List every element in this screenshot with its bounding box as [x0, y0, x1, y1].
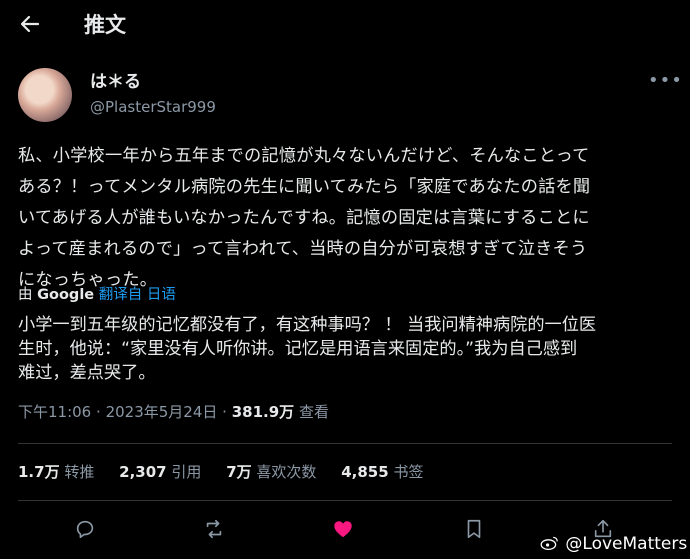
bookmark-stat[interactable]: 4,855 书签 — [341, 463, 423, 481]
translated-by-label: 由 — [18, 287, 33, 303]
tweet-time[interactable]: 下午11:06 — [18, 403, 91, 421]
page-title: 推文 — [84, 13, 126, 37]
more-icon: ••• — [648, 70, 683, 91]
bookmark-icon — [467, 519, 481, 539]
tweet-date[interactable]: 2023年5月24日 — [106, 403, 218, 421]
weibo-logo-icon — [540, 536, 558, 551]
bookmark-label: 书签 — [393, 463, 424, 481]
avatar[interactable] — [18, 68, 72, 122]
quote-stat[interactable]: 2,307 引用 — [119, 463, 201, 481]
translated-text-line: 生时，他说：“家里没有人听你讲。记忆是用语言来固定的。”我为自己感到 — [18, 339, 578, 359]
author-handle[interactable]: @PlasterStar999 — [90, 96, 216, 118]
tweet-meta: 下午11:06 · 2023年5月24日 · 381.9万 查看 — [18, 400, 329, 424]
tweet-text: 私、小学校一年から五年までの記憶が丸々ないんだけど、そんなことって ある？！って… — [18, 141, 678, 296]
tweet-text-line: いてあげる人が誰もいなかったんですね。記憶の固定は言葉にすることに — [18, 208, 590, 228]
tweet-text-line: 私、小学校一年から五年までの記憶が丸々ないんだけど、そんなことって — [18, 146, 590, 166]
view-label: 查看 — [298, 403, 329, 421]
watermark: @LoveMatters — [540, 532, 687, 556]
heart-icon — [334, 521, 352, 538]
bookmark-count: 4,855 — [341, 463, 389, 481]
bookmark-button[interactable] — [459, 518, 489, 544]
reply-icon — [76, 520, 94, 539]
divider — [18, 500, 672, 501]
arrow-left-icon — [20, 15, 40, 33]
top-bar: 推文 — [0, 0, 690, 50]
retweet-label: 转推 — [64, 463, 95, 481]
tweet-text-line: ある？！ってメンタル病院の先生に聞いてみたら「家庭であなたの話を聞 — [18, 177, 591, 197]
retweet-stat[interactable]: 1.7万 转推 — [18, 463, 94, 481]
divider — [18, 443, 672, 444]
more-options-button[interactable]: ••• — [648, 70, 683, 91]
translate-link[interactable]: 翻译自 日语 — [99, 287, 176, 303]
translated-text-line: 难过，差点哭了。 — [18, 363, 156, 383]
view-count: 381.9万 — [231, 403, 295, 421]
quote-label: 引用 — [171, 463, 202, 481]
separator: · — [222, 403, 227, 421]
separator: · — [96, 403, 101, 421]
translated-text-line: 小学一到五年级的记忆都没有了，有这种事吗？ ！ 当我问精神病院的一位医 — [18, 315, 597, 335]
tweet-text-line: よって産まれるので」って言われて、当時の自分が可哀想すぎて泣きそう — [18, 239, 588, 259]
google-logo: Google — [37, 287, 95, 303]
engagement-stats: 1.7万 转推 2,307 引用 7万 喜欢次数 4,855 书签 — [18, 460, 443, 484]
likes-stat[interactable]: 7万 喜欢次数 — [226, 463, 316, 481]
likes-label: 喜欢次数 — [256, 463, 317, 481]
retweet-count: 1.7万 — [18, 463, 60, 481]
back-button[interactable] — [18, 12, 48, 40]
translated-text: 小学一到五年级的记忆都没有了，有这种事吗？ ！ 当我问精神病院的一位医 生时，他… — [18, 313, 678, 385]
retweet-icon — [206, 519, 222, 539]
watermark-text: @LoveMatters — [565, 534, 688, 554]
quote-count: 2,307 — [119, 463, 167, 481]
translation-attribution: 由 Google 翻译自 日语 — [18, 284, 176, 306]
like-button[interactable] — [328, 518, 358, 544]
likes-count: 7万 — [226, 463, 252, 481]
reply-button[interactable] — [70, 518, 100, 544]
retweet-button[interactable] — [199, 518, 229, 544]
author-name[interactable]: は＊る — [90, 70, 141, 94]
